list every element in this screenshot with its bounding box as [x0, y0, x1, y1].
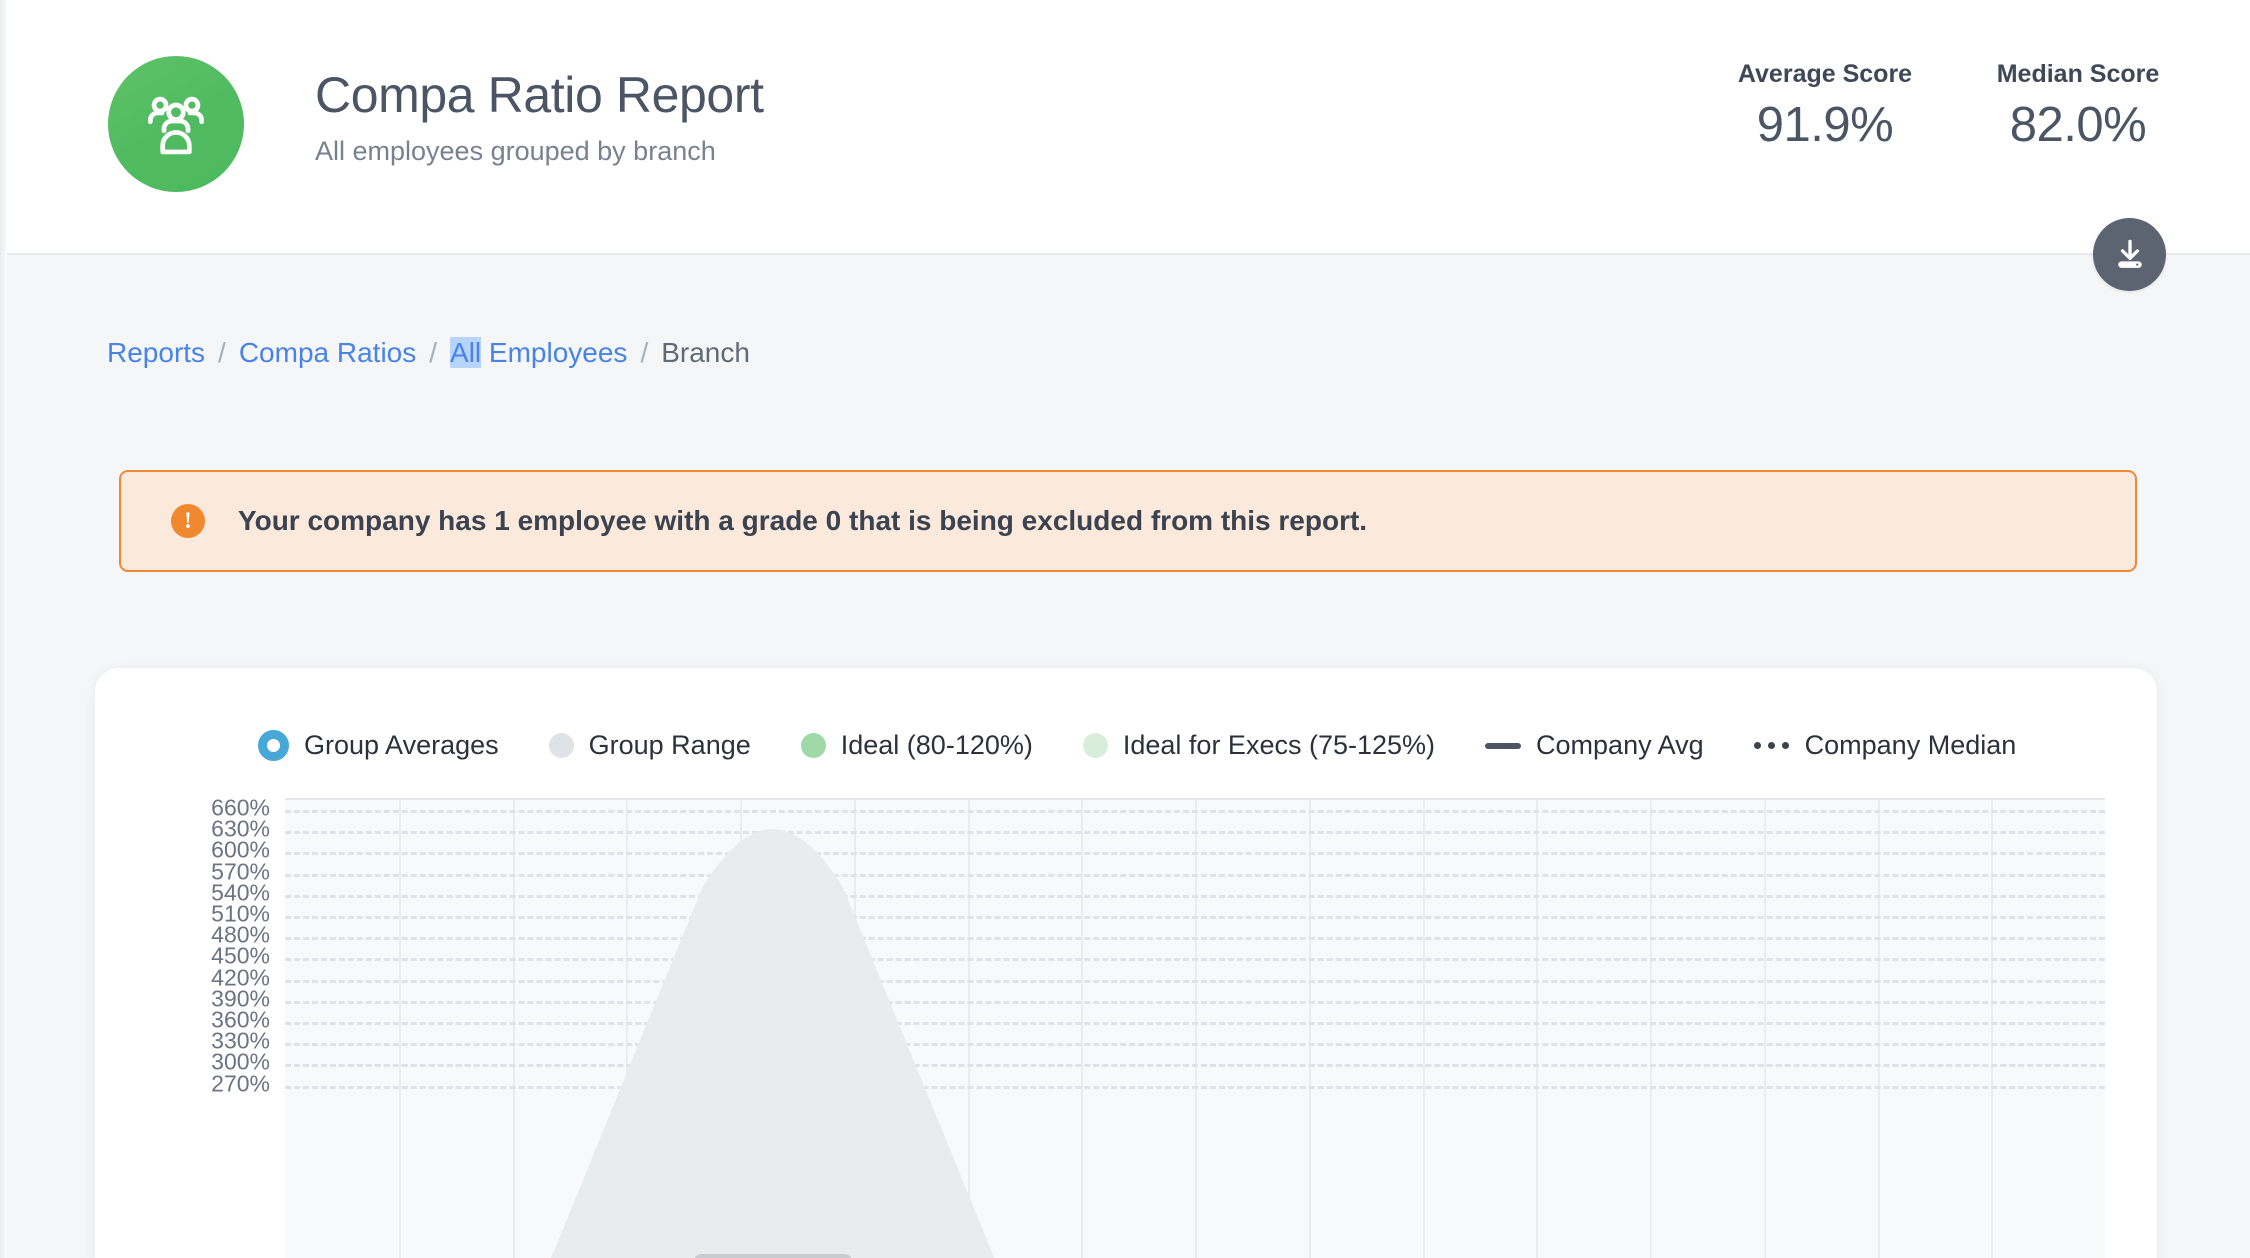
breadcrumb-separator: / [640, 337, 649, 368]
page-title: Compa Ratio Report [315, 67, 764, 123]
warning-banner-text: Your company has 1 employee with a grade… [238, 505, 1368, 536]
vertical-gridline [398, 800, 401, 1258]
title-block: Compa Ratio Report All employees grouped… [315, 56, 764, 167]
horizontal-gridline [285, 1085, 2105, 1089]
horizontal-gridline [285, 1022, 2105, 1025]
legend-item-company-median[interactable]: Company Median [1753, 730, 2017, 761]
vertical-gridline [740, 800, 742, 1258]
horizontal-gridline [285, 894, 2105, 898]
vertical-gridline [967, 800, 970, 1258]
breadcrumb: Reports / Compa Ratios / All Employees /… [107, 337, 750, 369]
horizontal-gridline [285, 979, 2105, 983]
page-header: Compa Ratio Report All employees grouped… [7, 0, 2250, 255]
ideal-marker-icon [800, 733, 826, 758]
chart-card: Group Averages Group Range Ideal (80-120… [95, 668, 2157, 1258]
horizontal-gridline [285, 937, 2105, 941]
legend-item-group-range[interactable]: Group Range [548, 730, 751, 761]
vertical-gridline [512, 800, 515, 1258]
company-median-marker-icon [1753, 742, 1790, 749]
vertical-gridline [626, 800, 629, 1258]
median-score-value: 82.0% [2009, 98, 2147, 152]
horizontal-gridline [285, 1043, 2105, 1047]
median-score-stat: Median Score 82.0% [1984, 60, 2172, 153]
breadcrumb-item-all-employees-rest: Employees [481, 337, 628, 368]
horizontal-gridline [285, 1064, 2105, 1068]
legend-label: Company Median [1804, 730, 2017, 760]
legend-label: Ideal for Execs (75-125%) [1122, 730, 1436, 760]
score-summary: Average Score 91.9% Median Score 82.0% [1731, 60, 2172, 153]
breadcrumb-item-compa-ratios[interactable]: Compa Ratios [239, 337, 416, 369]
average-score-label: Average Score [1737, 60, 1913, 88]
median-score-label: Median Score [1996, 60, 2160, 88]
legend-label: Group Range [588, 730, 751, 760]
vertical-gridline [1081, 800, 1084, 1258]
breadcrumb-selection-highlight: All [450, 337, 482, 368]
vertical-gridline [853, 800, 856, 1258]
download-icon [2111, 236, 2149, 274]
legend-label: Group Averages [304, 730, 499, 760]
horizontal-gridline [285, 1000, 2105, 1004]
exclamation-icon: ! [171, 504, 205, 538]
people-group-icon [108, 56, 244, 192]
page-left-edge [0, 0, 7, 1258]
group-averages-marker-icon [258, 730, 289, 761]
breadcrumb-separator: / [218, 337, 226, 368]
report-page: Compa Ratio Report All employees grouped… [0, 0, 2250, 1258]
chart-legend: Group Averages Group Range Ideal (80-120… [258, 730, 2016, 761]
breadcrumb-separator: / [429, 337, 438, 368]
y-axis-tick-label: 270% [211, 1070, 270, 1097]
company-avg-marker-icon [1485, 742, 1522, 749]
vertical-gridline [1877, 800, 1880, 1258]
group-range-bar [692, 1254, 853, 1258]
horizontal-gridline [285, 958, 2105, 962]
legend-item-ideal[interactable]: Ideal (80-120%) [800, 730, 1033, 761]
horizontal-gridline [285, 831, 2105, 835]
breadcrumb-item-reports[interactable]: Reports [107, 337, 205, 369]
legend-label: Company Avg [1536, 730, 1704, 760]
vertical-gridline [1991, 800, 1994, 1258]
breadcrumb-item-branch: Branch [661, 337, 750, 368]
vertical-gridline [1195, 800, 1197, 1258]
chart-plot: 660% 630% 600% 570% 540% 510% 480% 450% 420% 390%… [95, 796, 2157, 1258]
legend-label: Ideal (80-120%) [840, 730, 1033, 760]
average-score-stat: Average Score 91.9% [1731, 60, 1919, 153]
y-axis: 660% 630% 600% 570% 540% 510% 480% 450% 420% 390%… [95, 796, 270, 1258]
plot-area [285, 798, 2105, 1258]
warning-banner: ! Your company has 1 employee with a gra… [119, 470, 2137, 572]
legend-item-ideal-for-execs[interactable]: Ideal for Execs (75-125%) [1082, 730, 1436, 761]
download-button[interactable] [2093, 218, 2166, 291]
vertical-gridline [1763, 800, 1766, 1258]
ideal-for-execs-marker-icon [1082, 733, 1108, 758]
horizontal-gridline [285, 873, 2105, 877]
vertical-gridline [1422, 800, 1425, 1258]
group-range-marker-icon [548, 733, 574, 758]
breadcrumb-item-all-employees[interactable]: All Employees [450, 337, 627, 369]
legend-item-company-avg[interactable]: Company Avg [1485, 730, 1704, 761]
vertical-gridline [1536, 800, 1539, 1258]
average-score-value: 91.9% [1756, 98, 1894, 152]
header-identity: Compa Ratio Report All employees grouped… [108, 56, 764, 192]
horizontal-gridline [285, 916, 2105, 919]
legend-item-group-averages[interactable]: Group Averages [258, 730, 499, 761]
horizontal-gridline [285, 810, 2105, 813]
page-subtitle: All employees grouped by branch [315, 135, 716, 166]
horizontal-gridline [285, 852, 2105, 856]
vertical-gridline [1650, 800, 1652, 1258]
vertical-gridline [1308, 800, 1311, 1258]
